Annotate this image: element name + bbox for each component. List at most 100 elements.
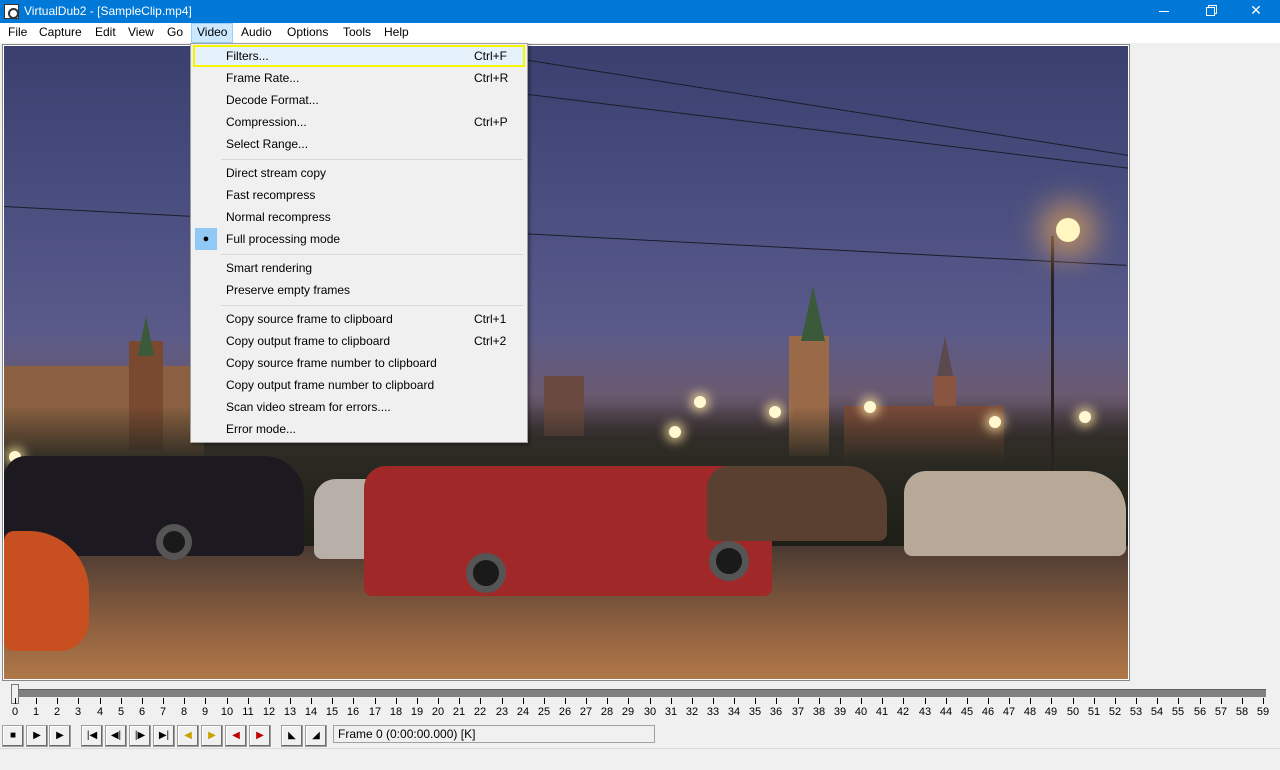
- play-input-button[interactable]: ▶: [26, 725, 48, 747]
- menu-item-label: Scan video stream for errors....: [226, 400, 391, 414]
- timeline-tick-label: 15: [325, 706, 339, 718]
- timeline-tick: [1030, 698, 1031, 704]
- overhead-wire: [503, 91, 1128, 170]
- timeline-tick-label: 48: [1023, 706, 1037, 718]
- menu-capture[interactable]: Capture: [33, 23, 88, 43]
- play-input-icon: ▶: [33, 730, 41, 741]
- play-output-button[interactable]: ▶: [49, 725, 71, 747]
- menu-item-label: Smart rendering: [226, 261, 313, 275]
- timeline-tick-label: 39: [833, 706, 847, 718]
- next-frame-button[interactable]: |▶: [129, 725, 151, 747]
- timeline-tick-label: 52: [1108, 706, 1122, 718]
- prev-scene-button[interactable]: ◀: [225, 725, 247, 747]
- timeline-tick: [438, 698, 439, 704]
- menu-item-select-range[interactable]: Select Range...: [193, 133, 525, 155]
- next-keyframe-button[interactable]: ▶: [201, 725, 223, 747]
- menu-file[interactable]: File: [2, 23, 33, 43]
- timeline-tick-label: 56: [1193, 706, 1207, 718]
- menu-video[interactable]: Video: [191, 23, 234, 43]
- timeline-tick-label: 27: [579, 706, 593, 718]
- menu-item-copy-output-frame[interactable]: Copy output frame to clipboard Ctrl+2: [193, 330, 525, 352]
- timeline-tick: [607, 698, 608, 704]
- end-icon: ▶|: [158, 730, 170, 741]
- menu-tools[interactable]: Tools: [337, 23, 377, 43]
- stop-button[interactable]: ■: [2, 725, 24, 747]
- timeline-tick-label: 8: [180, 706, 188, 718]
- timeline-tick: [1051, 698, 1052, 704]
- menu-item-fast-recompress[interactable]: Fast recompress: [193, 184, 525, 206]
- timeline-tick-label: 2: [53, 706, 61, 718]
- menu-view[interactable]: View: [122, 23, 160, 43]
- menu-item-label: Copy source frame number to clipboard: [226, 356, 437, 370]
- mark-out-button[interactable]: ◢: [305, 725, 327, 747]
- menu-audio[interactable]: Audio: [235, 23, 278, 43]
- timeline-track[interactable]: [14, 689, 1266, 697]
- timeline-tick: [353, 698, 354, 704]
- frame-status: Frame 0 (0:00:00.000) [K]: [333, 725, 655, 743]
- mark-in-icon: ◣: [288, 730, 296, 741]
- minimize-button[interactable]: [1141, 0, 1187, 23]
- menu-go[interactable]: Go: [161, 23, 189, 43]
- menu-item-decode-format[interactable]: Decode Format...: [193, 89, 525, 111]
- timeline-tick: [78, 698, 79, 704]
- menu-item-direct-stream-copy[interactable]: Direct stream copy: [193, 162, 525, 184]
- menu-item-preserve-empty-frames[interactable]: Preserve empty frames: [193, 279, 525, 301]
- menu-item-full-processing-mode[interactable]: ● Full processing mode: [193, 228, 525, 250]
- menu-item-shortcut: Ctrl+P: [474, 115, 508, 129]
- timeline-tick: [650, 698, 651, 704]
- timeline-tick-label: 53: [1129, 706, 1143, 718]
- minimize-icon: [1159, 10, 1169, 12]
- mark-out-icon: ◢: [312, 730, 320, 741]
- menu-edit[interactable]: Edit: [89, 23, 122, 43]
- go-to-start-button[interactable]: |◀: [81, 725, 103, 747]
- timeline-tick: [840, 698, 841, 704]
- menu-item-compression[interactable]: Compression... Ctrl+P: [193, 111, 525, 133]
- menu-item-label: Copy output frame number to clipboard: [226, 378, 435, 392]
- timeline-tick-label: 55: [1171, 706, 1185, 718]
- menu-item-label: Preserve empty frames: [226, 283, 351, 297]
- close-button[interactable]: ✕: [1233, 0, 1279, 23]
- menu-item-copy-output-frame-number[interactable]: Copy output frame number to clipboard: [193, 374, 525, 396]
- menu-item-frame-rate[interactable]: Frame Rate... Ctrl+R: [193, 67, 525, 89]
- next-scene-button[interactable]: ▶: [249, 725, 271, 747]
- timeline-tick-label: 22: [473, 706, 487, 718]
- menu-item-label: Select Range...: [226, 137, 309, 151]
- menu-item-label: Fast recompress: [226, 188, 316, 202]
- timeline-tick-label: 35: [748, 706, 762, 718]
- timeline-tick: [15, 698, 16, 704]
- video-pane[interactable]: [2, 44, 1130, 681]
- menu-item-smart-rendering[interactable]: Smart rendering: [193, 257, 525, 279]
- timeline-tick: [1263, 698, 1264, 704]
- menu-options[interactable]: Options: [281, 23, 334, 43]
- menu-item-copy-source-frame[interactable]: Copy source frame to clipboard Ctrl+1: [193, 308, 525, 330]
- menu-item-filters[interactable]: Filters... Ctrl+F: [193, 45, 525, 67]
- timeline-tick: [269, 698, 270, 704]
- timeline-tick: [734, 698, 735, 704]
- go-to-end-button[interactable]: ▶|: [153, 725, 175, 747]
- timeline-tick: [332, 698, 333, 704]
- menu-help[interactable]: Help: [378, 23, 415, 43]
- timeline-tick: [142, 698, 143, 704]
- street-light: [989, 416, 1001, 428]
- timeline-tick-label: 14: [304, 706, 318, 718]
- timeline-tick-label: 45: [960, 706, 974, 718]
- prev-frame-icon: ◀|: [110, 730, 122, 741]
- status-bar: [0, 748, 1280, 770]
- maximize-button[interactable]: [1187, 0, 1233, 23]
- timeline-tick-label: 5: [117, 706, 125, 718]
- menu-item-error-mode[interactable]: Error mode...: [193, 418, 525, 440]
- prev-keyframe-button[interactable]: ◀: [177, 725, 199, 747]
- mark-in-button[interactable]: ◣: [281, 725, 303, 747]
- menu-item-normal-recompress[interactable]: Normal recompress: [193, 206, 525, 228]
- prev-frame-button[interactable]: ◀|: [105, 725, 127, 747]
- timeline-ticks: [0, 698, 1280, 706]
- timeline-tick-label: 12: [262, 706, 276, 718]
- app-icon[interactable]: [4, 4, 19, 19]
- timeline-tick: [375, 698, 376, 704]
- menu-item-shortcut: Ctrl+2: [474, 334, 507, 348]
- menu-item-copy-source-frame-number[interactable]: Copy source frame number to clipboard: [193, 352, 525, 374]
- timeline-tick-label: 36: [769, 706, 783, 718]
- menu-item-scan-video-stream[interactable]: Scan video stream for errors....: [193, 396, 525, 418]
- car-wheel: [466, 553, 506, 593]
- menu-item-label: Compression...: [226, 115, 307, 129]
